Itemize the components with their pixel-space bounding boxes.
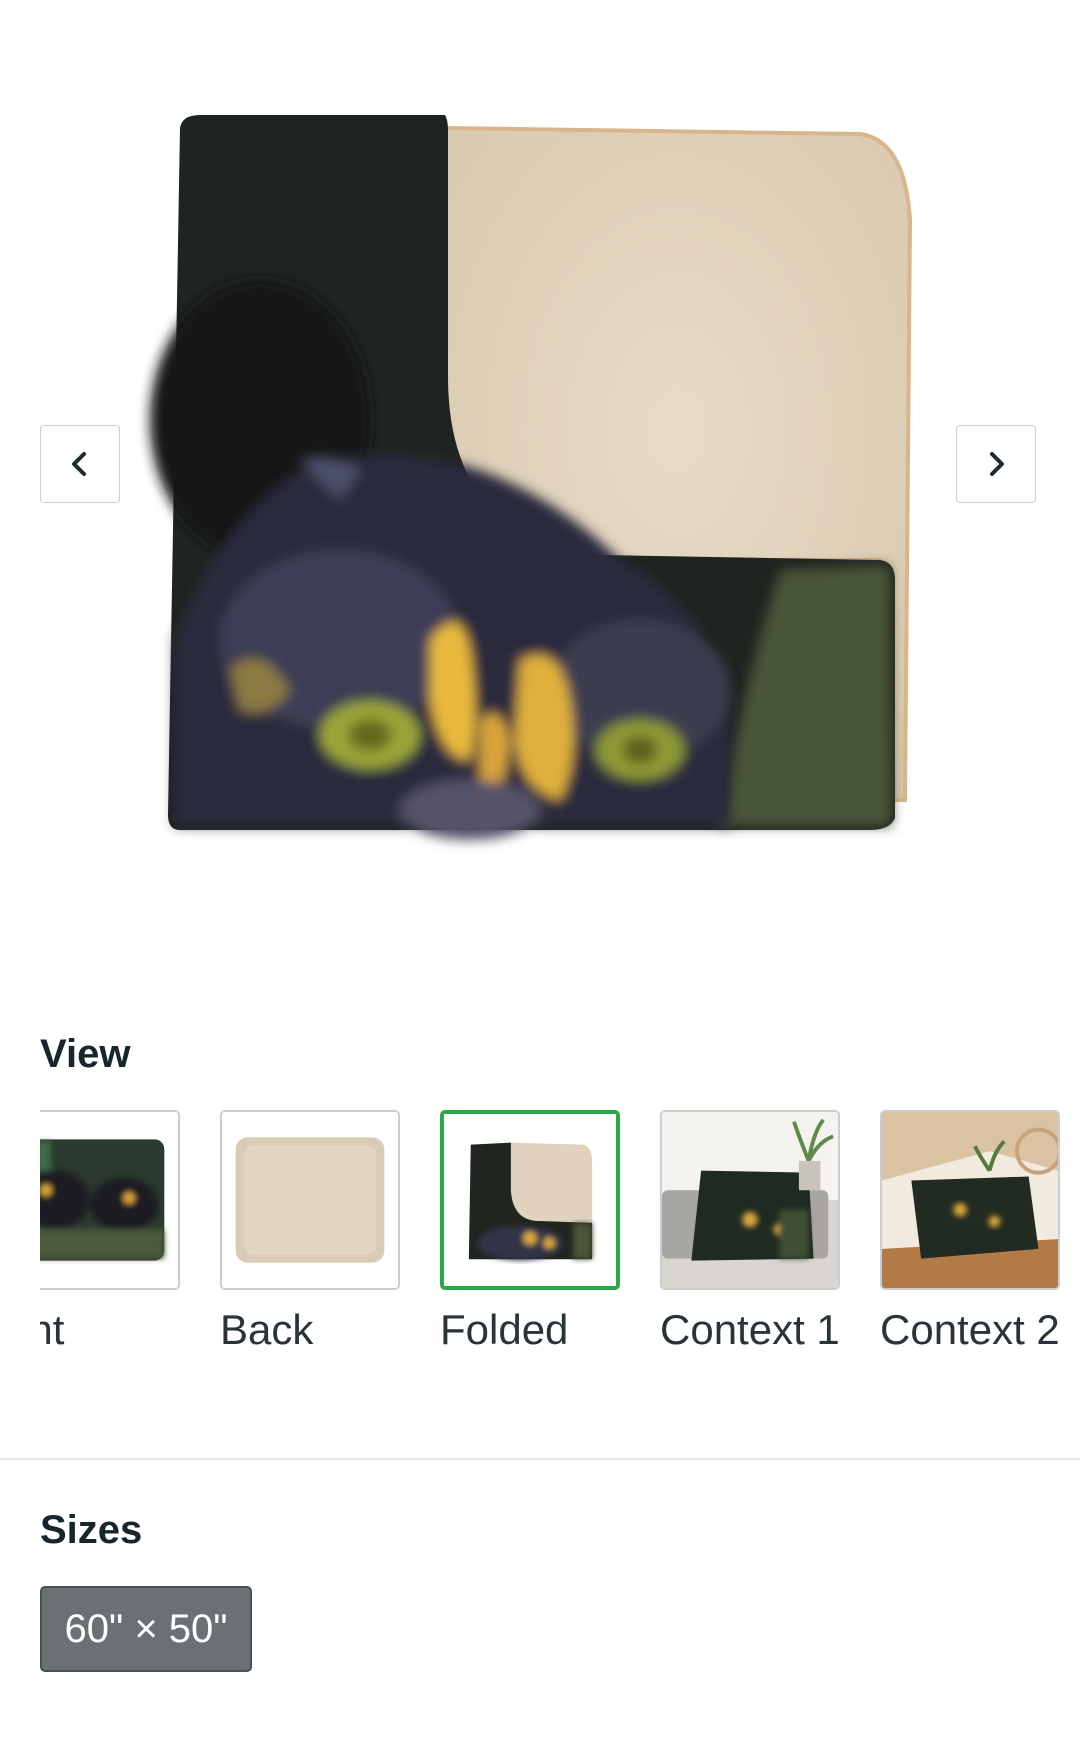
section-divider: [0, 1458, 1080, 1460]
previous-image-button[interactable]: [40, 425, 120, 503]
view-section-title: View: [40, 1032, 131, 1076]
view-option-context-1[interactable]: Context 1: [660, 1110, 840, 1362]
view-thumbnail-context-2: [880, 1110, 1060, 1290]
view-thumbnail-folded: [440, 1110, 620, 1290]
view-thumbnails-strip[interactable]: ront Back: [40, 1110, 1080, 1410]
next-image-button[interactable]: [956, 425, 1036, 503]
size-option-60x50-button[interactable]: 60" × 50": [40, 1586, 252, 1672]
sizes-section-title: Sizes: [40, 1508, 143, 1552]
view-option-back[interactable]: Back: [220, 1110, 400, 1362]
view-thumbnail-front: [40, 1110, 180, 1290]
view-label-context-1: Context 1: [660, 1306, 840, 1353]
chevron-left-icon: [72, 452, 86, 476]
view-thumbnail-back: [220, 1110, 400, 1290]
view-option-front[interactable]: ront: [40, 1110, 180, 1362]
chevron-right-icon: [990, 452, 1004, 476]
view-thumbnail-context-1: [660, 1110, 840, 1290]
view-label-front: ront: [40, 1306, 65, 1353]
main-product-image: [0, 0, 1080, 900]
view-label-back: Back: [220, 1306, 314, 1353]
view-option-folded[interactable]: Folded: [440, 1110, 620, 1362]
view-label-context-2: Context 2: [880, 1306, 1060, 1353]
view-option-context-2[interactable]: Context 2: [880, 1110, 1060, 1362]
view-label-folded: Folded: [440, 1306, 569, 1353]
